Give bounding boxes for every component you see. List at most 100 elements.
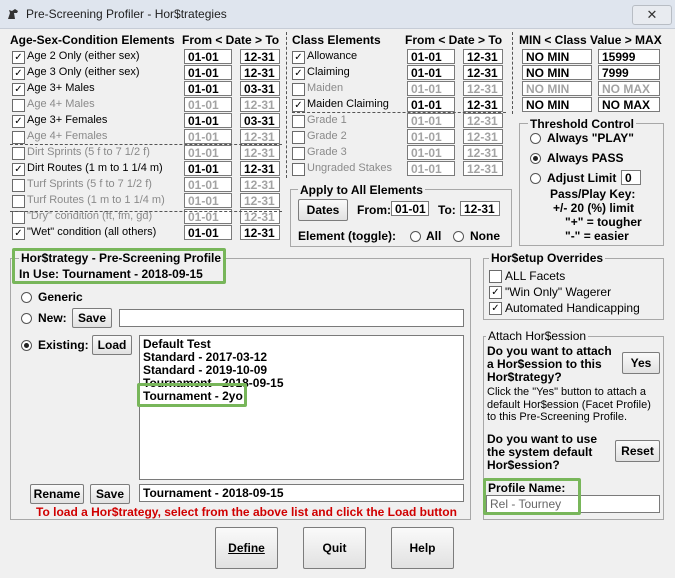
toggle-all-radio[interactable]	[410, 231, 421, 242]
class-min-input[interactable]: NO MIN	[522, 81, 592, 96]
age-sex-to-input[interactable]: 12-31	[240, 225, 280, 240]
class-checkbox[interactable]	[292, 83, 305, 96]
age-sex-to-input[interactable]: 12-31	[240, 129, 280, 144]
class-to-input[interactable]: 12-31	[463, 49, 503, 64]
age-sex-to-input[interactable]: 12-31	[240, 65, 280, 80]
age-sex-checkbox[interactable]	[12, 131, 25, 144]
window-title: Pre-Screening Profiler - Hor$trategies	[26, 7, 227, 21]
limit-input[interactable]: 0	[621, 170, 641, 185]
save-button[interactable]: Save	[90, 484, 130, 504]
class-checkbox[interactable]	[292, 131, 305, 144]
age-sex-to-input[interactable]: 12-31	[240, 97, 280, 112]
age-sex-to-input[interactable]: 12-31	[240, 161, 280, 176]
existing-profiles-list[interactable]: Default Test Standard - 2017-03-12 Standar…	[139, 335, 464, 480]
profile-list-item[interactable]: Default Test	[143, 337, 211, 351]
dates-button[interactable]: Dates	[298, 199, 348, 221]
class-max-input[interactable]: 7999	[598, 65, 660, 80]
override-checkbox[interactable]: ✓	[489, 286, 502, 299]
age-sex-checkbox[interactable]: ✓	[12, 83, 25, 96]
age-sex-from-input[interactable]: 01-01	[184, 193, 232, 208]
class-checkbox[interactable]	[292, 147, 305, 160]
age-sex-to-input[interactable]: 12-31	[240, 49, 280, 64]
class-from-input[interactable]: 01-01	[407, 129, 455, 144]
age-sex-from-input[interactable]: 01-01	[184, 49, 232, 64]
age-sex-from-input[interactable]: 01-01	[184, 145, 232, 160]
class-to-input[interactable]: 12-31	[463, 81, 503, 96]
always-play-radio[interactable]	[530, 133, 541, 144]
age-sex-to-input[interactable]: 03-31	[240, 81, 280, 96]
age-sex-from-input[interactable]: 01-01	[184, 161, 232, 176]
yes-button[interactable]: Yes	[622, 352, 660, 374]
help-button[interactable]: Help	[391, 527, 454, 569]
adjust-limit-radio[interactable]	[530, 173, 541, 184]
override-checkbox[interactable]	[489, 270, 502, 283]
age-sex-from-input[interactable]: 01-01	[184, 65, 232, 80]
age-sex-checkbox[interactable]	[12, 147, 25, 160]
new-save-button[interactable]: Save	[72, 308, 112, 328]
class-checkbox[interactable]: ✓	[292, 67, 305, 80]
age-sex-to-input[interactable]: 03-31	[240, 113, 280, 128]
close-button[interactable]: ✕	[632, 5, 672, 25]
age-sex-from-input[interactable]: 01-01	[184, 177, 232, 192]
define-button[interactable]: Define	[215, 527, 278, 569]
class-min-input[interactable]: NO MIN	[522, 65, 592, 80]
class-to-input[interactable]: 12-31	[463, 97, 503, 112]
apply-from-input[interactable]: 01-01	[391, 201, 429, 216]
age-sex-checkbox[interactable]: ✓	[12, 227, 25, 240]
always-pass-radio[interactable]	[530, 153, 541, 164]
age-sex-checkbox[interactable]	[12, 195, 25, 208]
class-from-input[interactable]: 01-01	[407, 49, 455, 64]
class-max-input[interactable]: NO MAX	[598, 97, 660, 112]
apply-to-input[interactable]: 12-31	[460, 201, 500, 216]
class-from-input[interactable]: 01-01	[407, 65, 455, 80]
age-sex-from-input[interactable]: 01-01	[184, 225, 232, 240]
age-sex-from-input[interactable]: 01-01	[184, 81, 232, 96]
class-checkbox[interactable]: ✓	[292, 51, 305, 64]
class-checkbox[interactable]: ✓	[292, 99, 305, 112]
class-to-input[interactable]: 12-31	[463, 145, 503, 160]
age-sex-from-input[interactable]: 01-01	[184, 113, 232, 128]
class-from-input[interactable]: 01-01	[407, 81, 455, 96]
new-radio[interactable]	[21, 313, 32, 324]
class-max-input[interactable]: 15999	[598, 49, 660, 64]
class-to-input[interactable]: 12-31	[463, 161, 503, 176]
class-min-input[interactable]: NO MIN	[522, 49, 592, 64]
age-sex-from-input[interactable]: 01-01	[184, 97, 232, 112]
class-from-input[interactable]: 01-01	[407, 113, 455, 128]
generic-radio[interactable]	[21, 292, 32, 303]
load-button[interactable]: Load	[92, 335, 132, 355]
profile-list-item[interactable]: Tournament - 2018-09-15	[143, 376, 284, 390]
class-min-input[interactable]: NO MIN	[522, 97, 592, 112]
toggle-none-radio[interactable]	[453, 231, 464, 242]
class-checkbox[interactable]	[292, 115, 305, 128]
age-sex-checkbox[interactable]: ✓	[12, 163, 25, 176]
class-max-input[interactable]: NO MAX	[598, 81, 660, 96]
age-sex-from-input[interactable]: 01-01	[184, 129, 232, 144]
age-sex-checkbox[interactable]: ✓	[12, 115, 25, 128]
class-to-input[interactable]: 12-31	[463, 65, 503, 80]
age-sex-checkbox[interactable]	[12, 99, 25, 112]
class-from-input[interactable]: 01-01	[407, 97, 455, 112]
quit-button[interactable]: Quit	[303, 527, 366, 569]
profile-list-item[interactable]: Standard - 2017-03-12	[143, 350, 267, 364]
class-from-input[interactable]: 01-01	[407, 145, 455, 160]
age-sex-to-input[interactable]: 12-31	[240, 193, 280, 208]
existing-radio[interactable]	[21, 340, 32, 351]
age-sex-checkbox[interactable]: ✓	[12, 51, 25, 64]
profile-name-field[interactable]: Tournament - 2018-09-15	[139, 484, 464, 502]
override-checkbox[interactable]: ✓	[489, 302, 502, 315]
age-sex-to-input[interactable]: 12-31	[240, 177, 280, 192]
new-profile-input[interactable]	[119, 309, 464, 327]
age-sex-to-input[interactable]: 12-31	[240, 145, 280, 160]
profile-list-item[interactable]: Tournament - 2yo	[143, 389, 243, 403]
profile-list-item[interactable]: Standard - 2019-10-09	[143, 363, 267, 377]
age-sex-checkbox[interactable]	[12, 179, 25, 192]
age-sex-checkbox[interactable]: ✓	[12, 67, 25, 80]
class-to-input[interactable]: 12-31	[463, 113, 503, 128]
rename-button[interactable]: Rename	[30, 484, 84, 504]
class-from-input[interactable]: 01-01	[407, 161, 455, 176]
reset-button[interactable]: Reset	[615, 440, 660, 462]
class-to-input[interactable]: 12-31	[463, 129, 503, 144]
age-sex-checkbox[interactable]	[12, 211, 25, 224]
class-checkbox[interactable]	[292, 163, 305, 176]
